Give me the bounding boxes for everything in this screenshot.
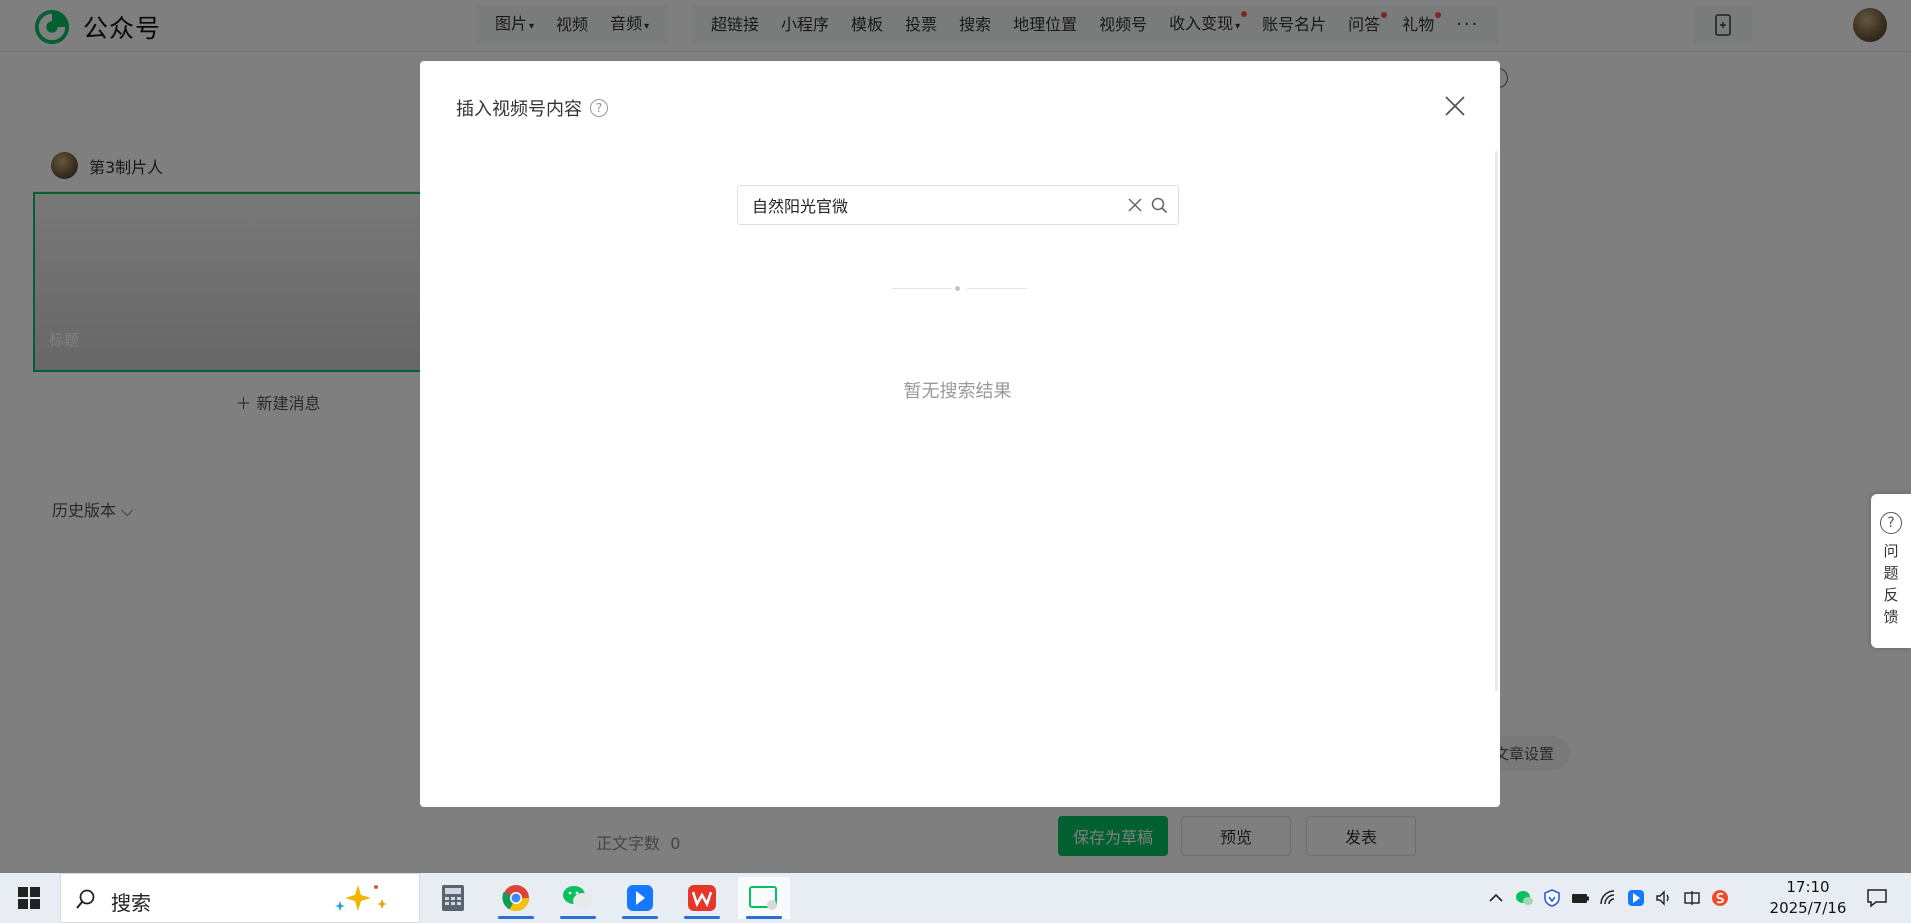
feishu-tray-icon[interactable] — [1626, 888, 1646, 908]
speaker-icon[interactable] — [1654, 888, 1674, 908]
input-method-icon[interactable] — [1682, 888, 1702, 908]
feedback-widget[interactable]: ? 问 题 反 馈 — [1871, 494, 1911, 648]
copilot-sparkle-icon[interactable] — [330, 881, 410, 915]
insert-channels-dialog: 插入视频号内容 ? 暂无搜索结果 — [420, 61, 1500, 807]
running-indicator — [498, 916, 534, 919]
windows-start-icon[interactable] — [18, 887, 40, 909]
wifi-icon[interactable] — [1598, 888, 1618, 908]
system-clock[interactable]: 17:10 2025/7/16 — [1758, 877, 1858, 919]
notification-icon[interactable] — [1866, 887, 1888, 909]
channels-search-input[interactable] — [752, 186, 1112, 224]
taskbar-wechat[interactable] — [552, 877, 604, 919]
calculator-icon — [442, 885, 464, 911]
chrome-icon — [502, 885, 530, 912]
dialog-scrollbar[interactable] — [1495, 151, 1498, 691]
channels-search-box — [737, 185, 1179, 225]
running-indicator — [560, 916, 596, 919]
close-icon[interactable] — [1444, 95, 1466, 117]
wechat-icon — [563, 886, 593, 909]
clear-icon[interactable] — [1127, 197, 1143, 213]
divider-dot — [955, 286, 960, 291]
taskbar-app-blue[interactable] — [614, 877, 666, 919]
wechat-tray-icon[interactable] — [1514, 888, 1534, 908]
taskbar-calculator[interactable] — [427, 877, 479, 919]
battery-icon[interactable] — [1570, 888, 1590, 908]
system-tray — [1482, 886, 1734, 910]
running-indicator — [684, 916, 720, 919]
search-icon[interactable] — [1151, 197, 1168, 214]
taskbar-wechat-browser[interactable] — [738, 877, 790, 919]
divider-left — [892, 288, 952, 289]
taskbar-wps[interactable] — [676, 877, 728, 919]
chevron-up-icon[interactable] — [1486, 888, 1506, 908]
blue-app-icon — [627, 885, 653, 911]
question-icon: ? — [1880, 512, 1902, 534]
search-icon — [76, 889, 95, 909]
running-indicator — [622, 916, 658, 919]
shield-icon[interactable] — [1542, 888, 1562, 908]
window-app-icon — [749, 886, 777, 910]
wps-icon — [688, 885, 716, 911]
windows-taskbar: 搜索 17:10 2025/7/16 — [0, 873, 1911, 923]
sogou-input-icon[interactable] — [1710, 888, 1730, 908]
running-indicator — [746, 916, 782, 919]
dialog-title: 插入视频号内容 ? — [456, 95, 608, 121]
empty-result-text: 暂无搜索结果 — [903, 381, 1012, 402]
divider-right — [967, 288, 1027, 289]
taskbar-chrome[interactable] — [490, 877, 542, 919]
help-icon[interactable]: ? — [590, 99, 608, 117]
